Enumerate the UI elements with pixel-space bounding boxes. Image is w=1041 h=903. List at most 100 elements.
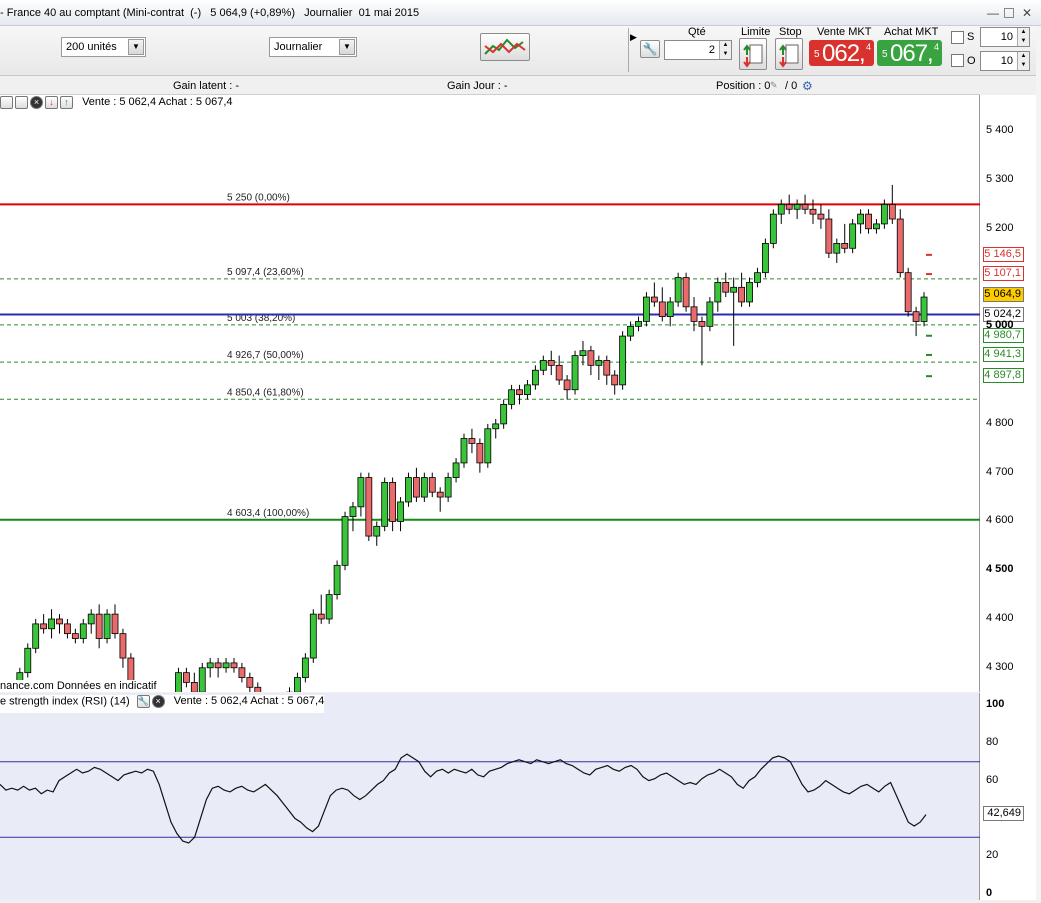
o-value-input[interactable]: 10 ▲ ▼ (980, 51, 1030, 71)
candle (682, 272, 690, 312)
candle (888, 184, 896, 224)
candle-body (238, 667, 246, 678)
qty-input[interactable]: 2 ▲ ▼ (664, 40, 732, 60)
period-select[interactable]: Journalier ▼ (269, 37, 357, 57)
wrench-icon[interactable]: 🔧 (136, 695, 150, 708)
candle (738, 272, 746, 307)
o-label: O (967, 55, 976, 67)
price-axis-tick: 4 500 (986, 563, 1014, 576)
candle-body (71, 633, 79, 639)
candle-body (873, 223, 880, 230)
candle-body (531, 369, 539, 386)
candle-body (722, 282, 730, 293)
candle-body (373, 525, 381, 537)
qty-stepper[interactable]: ▲ ▼ (719, 41, 731, 59)
candle (920, 292, 928, 327)
fib-level-label: 5 097,4 (23,60%) (227, 267, 304, 278)
candle (865, 209, 872, 234)
candle-body (865, 213, 872, 230)
price-tag: 4 941,3 (983, 346, 1024, 362)
units-select[interactable]: 200 unités ▼ (61, 37, 146, 57)
candle (405, 472, 412, 507)
candle (357, 472, 365, 517)
candle (484, 423, 492, 468)
candle (769, 209, 777, 249)
candle (175, 667, 182, 702)
o-checkbox[interactable] (951, 54, 964, 67)
candle (841, 223, 849, 254)
wrench-button[interactable]: 🔧 (640, 40, 660, 58)
minimize-icon[interactable]: — (986, 6, 1000, 20)
candle (420, 472, 428, 502)
candle (817, 204, 825, 229)
o-stepper[interactable]: ▲ ▼ (1017, 52, 1029, 70)
candle-body (785, 203, 793, 210)
scrollbar-strip[interactable] (1036, 26, 1041, 900)
candle (508, 384, 516, 410)
rsi-panel[interactable]: e strength index (RSI) (14) 🔧 × Vente : 5… (0, 693, 980, 900)
maximize-icon[interactable] (1004, 8, 1014, 18)
candle (230, 658, 238, 673)
candle (849, 219, 857, 254)
window-icon[interactable] (0, 96, 13, 109)
limit-order-button[interactable] (739, 38, 767, 70)
candle-body (896, 218, 904, 274)
candle (190, 672, 198, 698)
buy-market-button[interactable]: 5 067, 4 (877, 40, 942, 67)
candle (579, 340, 587, 366)
candle-body (595, 360, 603, 366)
candle (698, 316, 706, 366)
candle-body (230, 662, 238, 669)
candle (793, 199, 801, 220)
candle-body (175, 672, 182, 698)
candle (531, 365, 539, 390)
position-edit-icon[interactable]: ✎ (770, 80, 778, 91)
candle (111, 604, 119, 639)
candle-body (198, 667, 206, 693)
candle (238, 662, 246, 683)
candle (563, 375, 571, 400)
candle (286, 687, 293, 707)
trend-chart-icon (484, 38, 526, 55)
rsi-axis-tick: 20 (986, 849, 999, 862)
candle-body (666, 301, 674, 317)
candle-body (460, 438, 468, 464)
s-checkbox[interactable] (951, 31, 964, 44)
s-stepper[interactable]: ▲ ▼ (1017, 28, 1029, 46)
candle (48, 609, 55, 639)
price-chart-panel[interactable]: 5 250 (0,00%) 5 097,4 (23,60%) 5 003 (38,2… (0, 95, 980, 727)
price-axis-tick: 4 700 (986, 465, 1014, 478)
fib-level-label: 4 850,4 (61,80%) (227, 387, 304, 398)
down-arrow-icon[interactable]: ↓ (45, 96, 58, 109)
candle (381, 477, 389, 532)
o-value: 10 (1000, 55, 1013, 67)
strategy-chart-button[interactable] (480, 33, 530, 61)
sell-market-button[interactable]: 5 062, 4 (809, 40, 874, 67)
candle-body (79, 623, 87, 639)
up-arrow-icon[interactable]: ↑ (60, 96, 73, 109)
rsi-chart[interactable] (0, 693, 980, 900)
candle (524, 379, 531, 400)
remove-icon[interactable]: × (30, 96, 43, 109)
candle (71, 628, 79, 644)
candle (547, 350, 555, 376)
candle-body (325, 594, 333, 620)
candle-body (809, 208, 817, 215)
collapse-arrow-icon[interactable]: ▶ (630, 32, 637, 43)
candle (436, 487, 444, 512)
close-icon[interactable]: ✕ (1020, 6, 1034, 20)
stop-order-button[interactable] (775, 38, 803, 70)
remove-icon[interactable]: × (151, 695, 165, 708)
gain-jour: Gain Jour : - (447, 80, 508, 92)
candle (341, 511, 349, 571)
candle-body (206, 662, 214, 669)
candle-body (888, 203, 896, 220)
candle (389, 477, 397, 532)
fib-level-label: 4 603,4 (100,00%) (227, 508, 309, 519)
s-value-input[interactable]: 10 ▲ ▼ (980, 27, 1030, 47)
wrench-icon: 🔧 (642, 42, 658, 56)
restore-icon[interactable] (15, 96, 28, 109)
candle (761, 238, 769, 278)
gear-icon[interactable]: ⚙ (802, 79, 813, 93)
price-chart[interactable]: 5 250 (0,00%)5 097,4 (23,60%)5 003 (38,2… (0, 95, 980, 727)
